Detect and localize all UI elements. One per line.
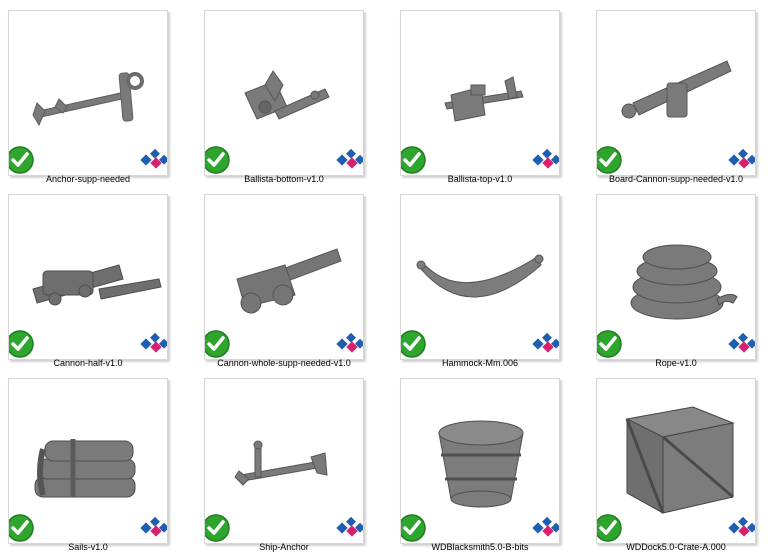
thumbnail-frame — [8, 10, 168, 176]
file-name-label: Sails-v1.0 — [68, 542, 108, 552]
thumbnail-frame — [204, 10, 364, 176]
file-tile-ballista-top[interactable]: Ballista-top-v1.0 — [392, 0, 588, 184]
file-tile-bucket[interactable]: WDBlacksmith5.0-B-bits — [392, 368, 588, 552]
slicer-logo-icon — [532, 516, 559, 537]
thumbnail-frame — [596, 378, 756, 544]
thumbnail-frame — [400, 10, 560, 176]
slicer-logo-icon — [728, 148, 755, 169]
check-icon — [205, 514, 230, 542]
thumbnail-frame — [204, 378, 364, 544]
thumbnail-frame — [8, 378, 168, 544]
file-tile-anchor[interactable]: Anchor-supp-needed — [0, 0, 196, 184]
slicer-logo-icon — [532, 148, 559, 169]
check-icon — [401, 146, 426, 174]
slicer-logo-icon — [140, 332, 167, 353]
thumbnail-frame — [204, 194, 364, 360]
slicer-logo-icon — [336, 332, 363, 353]
check-icon — [205, 146, 230, 174]
file-name-label: WDBlacksmith5.0-B-bits — [431, 542, 529, 552]
thumbnail-frame — [596, 194, 756, 360]
check-icon — [9, 514, 34, 542]
file-name-label: Anchor-supp-needed — [45, 174, 131, 184]
check-icon — [597, 514, 622, 542]
file-name-label: Hammock-Mm.006 — [441, 358, 518, 368]
file-tile-hammock[interactable]: Hammock-Mm.006 — [392, 184, 588, 368]
file-tile-cannon-half[interactable]: Cannon-half-v1.0 — [0, 184, 196, 368]
file-name-label: Ballista-bottom-v1.0 — [244, 174, 324, 184]
file-name-label: Rope-v1.0 — [655, 358, 697, 368]
check-icon — [401, 330, 426, 358]
slicer-logo-icon — [140, 148, 167, 169]
file-tile-ship-anchor[interactable]: Ship-Anchor — [196, 368, 392, 552]
file-name-label: Cannon-whole-supp-needed-v1.0 — [217, 358, 351, 368]
check-icon — [597, 330, 622, 358]
file-thumbnail-grid: Anchor-supp-needed Ballista-bottom-v1.0 … — [0, 0, 768, 554]
file-tile-crate[interactable]: WDDock5.0-Crate-A.000 — [588, 368, 768, 552]
thumbnail-frame — [400, 378, 560, 544]
slicer-logo-icon — [728, 332, 755, 353]
file-name-label: Cannon-half-v1.0 — [53, 358, 123, 368]
file-name-label: Ship-Anchor — [259, 542, 309, 552]
check-icon — [401, 514, 426, 542]
check-icon — [597, 146, 622, 174]
thumbnail-frame — [596, 10, 756, 176]
file-tile-sails[interactable]: Sails-v1.0 — [0, 368, 196, 552]
file-tile-cannon-whole[interactable]: Cannon-whole-supp-needed-v1.0 — [196, 184, 392, 368]
file-tile-board-cannon[interactable]: Board-Cannon-supp-needed-v1.0 — [588, 0, 768, 184]
slicer-logo-icon — [336, 148, 363, 169]
slicer-logo-icon — [140, 516, 167, 537]
file-tile-ballista-bottom[interactable]: Ballista-bottom-v1.0 — [196, 0, 392, 184]
slicer-logo-icon — [532, 332, 559, 353]
file-name-label: Ballista-top-v1.0 — [447, 174, 513, 184]
slicer-logo-icon — [336, 516, 363, 537]
file-name-label: WDDock5.0-Crate-A.000 — [626, 542, 726, 552]
slicer-logo-icon — [728, 516, 755, 537]
thumbnail-frame — [400, 194, 560, 360]
file-tile-rope[interactable]: Rope-v1.0 — [588, 184, 768, 368]
check-icon — [205, 330, 230, 358]
file-name-label: Board-Cannon-supp-needed-v1.0 — [608, 174, 744, 184]
thumbnail-frame — [8, 194, 168, 360]
check-icon — [9, 146, 34, 174]
check-icon — [9, 330, 34, 358]
